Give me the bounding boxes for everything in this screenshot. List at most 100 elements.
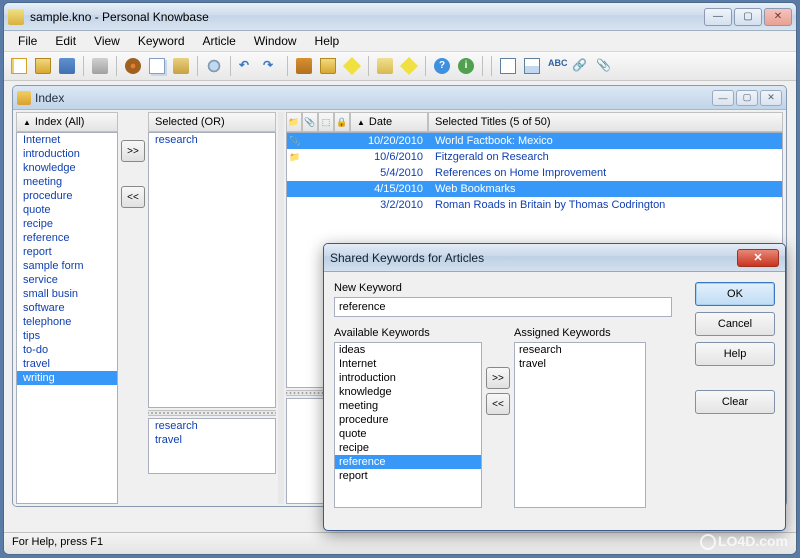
available-keyword-item[interactable]: report: [335, 469, 481, 483]
menu-view[interactable]: View: [86, 32, 128, 50]
title-row[interactable]: 📎10/20/2010World Factbook: Mexico: [287, 133, 782, 149]
index-item[interactable]: knowledge: [17, 161, 117, 175]
horizontal-splitter[interactable]: [148, 410, 276, 416]
index-item[interactable]: recipe: [17, 217, 117, 231]
available-keyword-item[interactable]: ideas: [335, 343, 481, 357]
attach-button[interactable]: 📎: [593, 55, 615, 77]
menu-keyword[interactable]: Keyword: [130, 32, 193, 50]
index-header[interactable]: ▲ Index (All): [16, 112, 118, 132]
available-keyword-item[interactable]: introduction: [335, 371, 481, 385]
find-button[interactable]: [203, 55, 225, 77]
col-titles[interactable]: Selected Titles (5 of 50): [428, 112, 783, 132]
web-button[interactable]: i: [455, 55, 477, 77]
index-item[interactable]: to-do: [17, 343, 117, 357]
index-list[interactable]: Internetintroductionknowledgemeetingproc…: [16, 132, 118, 504]
view2-button[interactable]: [521, 55, 543, 77]
book-button[interactable]: [293, 55, 315, 77]
menu-file[interactable]: File: [10, 32, 45, 50]
cancel-button[interactable]: Cancel: [695, 312, 775, 336]
col-folder[interactable]: 📁: [286, 112, 302, 132]
col-lock[interactable]: 🔒: [334, 112, 350, 132]
ok-button[interactable]: OK: [695, 282, 775, 306]
title-row[interactable]: 4/15/2010Web Bookmarks: [287, 181, 782, 197]
mdi-minimize[interactable]: —: [712, 90, 734, 106]
paste-button[interactable]: [170, 55, 192, 77]
save-button[interactable]: [56, 55, 78, 77]
menu-edit[interactable]: Edit: [47, 32, 84, 50]
dialog-close-button[interactable]: ✕: [737, 249, 779, 267]
available-keyword-item[interactable]: quote: [335, 427, 481, 441]
index-item[interactable]: writing: [17, 371, 117, 385]
available-keyword-item[interactable]: Internet: [335, 357, 481, 371]
index-item[interactable]: telephone: [17, 315, 117, 329]
col-attach[interactable]: 📎: [302, 112, 318, 132]
view1-button[interactable]: [497, 55, 519, 77]
article-keyword-item[interactable]: research: [149, 419, 275, 433]
menu-window[interactable]: Window: [246, 32, 305, 50]
selected-list[interactable]: research: [148, 132, 276, 408]
link-button[interactable]: 🔗: [569, 55, 591, 77]
new-button[interactable]: [8, 55, 30, 77]
index-item[interactable]: meeting: [17, 175, 117, 189]
print-icon: [92, 58, 108, 74]
unassign-keyword-button[interactable]: <<: [486, 393, 510, 415]
redo-button[interactable]: ↷: [260, 55, 282, 77]
index-item[interactable]: quote: [17, 203, 117, 217]
tag2-button[interactable]: [398, 55, 420, 77]
index-item[interactable]: report: [17, 245, 117, 259]
article-keywords-list[interactable]: researchtravel: [148, 418, 276, 474]
available-keyword-item[interactable]: reference: [335, 455, 481, 469]
open-button[interactable]: [32, 55, 54, 77]
available-keyword-item[interactable]: procedure: [335, 413, 481, 427]
index-item[interactable]: software: [17, 301, 117, 315]
index-item[interactable]: sample form: [17, 259, 117, 273]
index-item[interactable]: introduction: [17, 147, 117, 161]
mdi-close[interactable]: ✕: [760, 90, 782, 106]
tag-button[interactable]: [341, 55, 363, 77]
selected-keyword-item[interactable]: research: [149, 133, 275, 147]
available-keywords-list[interactable]: ideasInternetintroductionknowledgemeetin…: [334, 342, 482, 508]
index-item[interactable]: Internet: [17, 133, 117, 147]
mdi-maximize[interactable]: ▢: [736, 90, 758, 106]
menu-help[interactable]: Help: [307, 32, 348, 50]
index-item[interactable]: reference: [17, 231, 117, 245]
close-button[interactable]: ✕: [764, 8, 792, 26]
spell-button[interactable]: ABC: [545, 55, 567, 77]
open2-button[interactable]: [317, 55, 339, 77]
remove-keyword-button[interactable]: <<: [121, 186, 145, 208]
add-keyword-button[interactable]: >>: [121, 140, 145, 162]
menu-article[interactable]: Article: [195, 32, 244, 50]
title-row[interactable]: 3/2/2010Roman Roads in Britain by Thomas…: [287, 197, 782, 213]
assigned-keyword-item[interactable]: travel: [515, 357, 645, 371]
minimize-button[interactable]: —: [704, 8, 732, 26]
assigned-keyword-item[interactable]: research: [515, 343, 645, 357]
assign-keyword-button[interactable]: >>: [486, 367, 510, 389]
help-button[interactable]: ?: [431, 55, 453, 77]
title-row[interactable]: 📁10/6/2010Fitzgerald on Research: [287, 149, 782, 165]
article-keyword-item[interactable]: travel: [149, 433, 275, 447]
title-row[interactable]: 5/4/2010References on Home Improvement: [287, 165, 782, 181]
folder-button[interactable]: [374, 55, 396, 77]
cut-button[interactable]: [122, 55, 144, 77]
selected-header[interactable]: Selected (OR): [148, 112, 276, 132]
statusbar: For Help, press F1: [4, 532, 796, 554]
print-button[interactable]: [89, 55, 111, 77]
copy-button[interactable]: [146, 55, 168, 77]
available-keyword-item[interactable]: recipe: [335, 441, 481, 455]
assigned-keywords-list[interactable]: researchtravel: [514, 342, 646, 508]
index-item[interactable]: procedure: [17, 189, 117, 203]
col-date[interactable]: ▲ Date: [350, 112, 428, 132]
vertical-splitter[interactable]: [278, 112, 284, 504]
index-item[interactable]: tips: [17, 329, 117, 343]
col-link[interactable]: ⬚: [318, 112, 334, 132]
available-keyword-item[interactable]: meeting: [335, 399, 481, 413]
index-item[interactable]: travel: [17, 357, 117, 371]
available-keyword-item[interactable]: knowledge: [335, 385, 481, 399]
index-item[interactable]: service: [17, 273, 117, 287]
maximize-button[interactable]: ▢: [734, 8, 762, 26]
help-button[interactable]: Help: [695, 342, 775, 366]
new-keyword-input[interactable]: [334, 297, 672, 317]
clear-button[interactable]: Clear: [695, 390, 775, 414]
undo-button[interactable]: ↶: [236, 55, 258, 77]
index-item[interactable]: small busin: [17, 287, 117, 301]
